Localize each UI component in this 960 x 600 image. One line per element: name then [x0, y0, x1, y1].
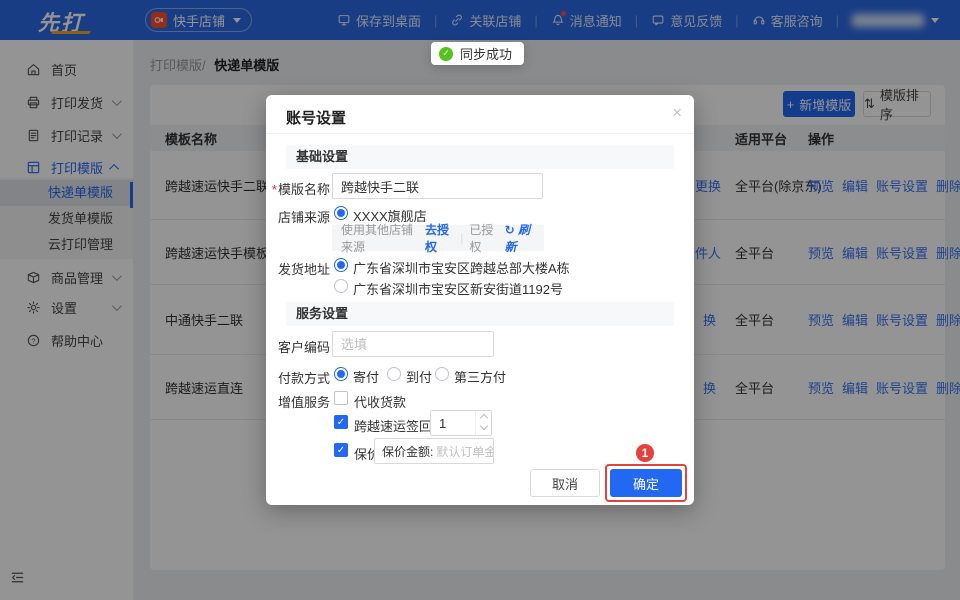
payment-option-3: 第三方付: [454, 367, 506, 386]
receipt-count-value: 1: [439, 416, 446, 431]
ship-address-label: 发货地址: [266, 259, 330, 278]
store-source-radio[interactable]: [334, 206, 348, 220]
ship-address-option-2: 广东省深圳市宝安区新安街道1192号: [353, 279, 563, 298]
ship-address-option-1: 广东省深圳市宝安区跨越总部大楼A栋: [353, 258, 570, 277]
insurance-inner-label: 保价金额:: [382, 443, 433, 460]
close-icon[interactable]: ×: [672, 103, 682, 123]
ship-address-radio-2[interactable]: [334, 279, 348, 293]
template-name-label: *模版名称: [266, 179, 330, 198]
cod-checkbox[interactable]: [334, 391, 348, 405]
receipt-checkbox[interactable]: ✓: [334, 415, 348, 429]
success-check-icon: ✓: [439, 47, 453, 61]
required-mark: *: [272, 182, 277, 197]
modal-title: 账号设置: [286, 107, 346, 128]
refresh-icon: ↻: [505, 223, 515, 237]
template-name-input[interactable]: [332, 173, 543, 199]
insurance-placeholder: 默认订单金额: [436, 443, 494, 460]
payment-radio-third-party[interactable]: [435, 367, 449, 381]
confirm-button[interactable]: 确定: [610, 469, 682, 497]
receipt-count-stepper[interactable]: 1: [430, 410, 492, 436]
deauthorize-link[interactable]: 去授权: [425, 221, 454, 255]
step-down-icon: [479, 422, 487, 430]
cancel-button[interactable]: 取消: [530, 469, 600, 497]
payment-label: 付款方式: [266, 368, 330, 387]
insurance-checkbox[interactable]: ✓: [334, 443, 348, 457]
divider: [266, 133, 694, 134]
refresh-link[interactable]: ↻ 刷新: [505, 221, 535, 255]
payment-radio-receiver-pay[interactable]: [387, 367, 401, 381]
customer-code-input[interactable]: [332, 331, 494, 357]
basic-settings-section: 基础设置: [286, 145, 674, 169]
auth-hint: 使用其他店铺来源: [341, 221, 419, 255]
customer-code-label: 客户编码: [266, 337, 330, 356]
app-screen: 先打 快手店铺 保存到桌面 | 关联店铺 |: [0, 0, 960, 600]
payment-option-2: 到付: [406, 367, 432, 386]
ship-address-radio-1[interactable]: [334, 258, 348, 272]
separator: |: [460, 231, 463, 245]
payment-radio-sender-pay[interactable]: [334, 367, 348, 381]
auth-strip: 使用其他店铺来源 去授权 | 已授权 ↻ 刷新: [332, 225, 544, 251]
toast-message: 同步成功: [460, 44, 512, 63]
cod-option: 代收货款: [354, 392, 406, 411]
store-source-label: 店铺来源: [266, 207, 330, 226]
payment-option-1: 寄付: [353, 367, 379, 386]
vas-label: 增值服务: [266, 392, 330, 411]
annotation-step-badge: 1: [636, 444, 654, 462]
success-toast: ✓ 同步成功: [431, 42, 524, 65]
insurance-amount-input[interactable]: 保价金额: 默认订单金额: [374, 438, 494, 464]
account-settings-modal: 账号设置 × 基础设置 *模版名称 店铺来源 XXXX旗舰店 使用其他店铺来源 …: [266, 95, 694, 505]
stepper-arrows[interactable]: [475, 411, 491, 435]
service-settings-section: 服务设置: [286, 302, 674, 326]
authorized-status: 已授权: [469, 221, 498, 255]
